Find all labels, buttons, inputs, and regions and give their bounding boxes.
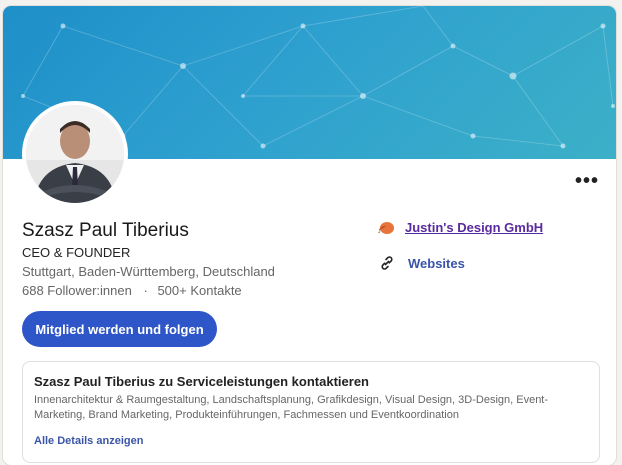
more-options-button[interactable]: ••• [572, 166, 602, 196]
current-company[interactable]: J Justin's Design GmbH [377, 220, 543, 235]
websites-link[interactable]: Websites [408, 256, 465, 271]
profile-avatar[interactable] [22, 101, 128, 207]
connections-count[interactable]: 500+ Kontakte [157, 283, 241, 298]
profile-card: ••• Szasz Paul Tiberius CEO & FOUNDER St… [3, 6, 616, 465]
link-icon [381, 256, 393, 270]
profile-stats: 688 Follower:innen · 500+ Kontakte [22, 283, 242, 298]
followers-count: 688 Follower:innen [22, 283, 132, 298]
show-all-details-link[interactable]: Alle Details anzeigen [34, 435, 143, 447]
company-link[interactable]: Justin's Design GmbH [405, 220, 543, 235]
more-icon: ••• [574, 169, 599, 192]
websites-section[interactable]: Websites [379, 255, 465, 271]
avatar-photo [26, 105, 124, 203]
services-description: Innenarchitektur & Raumgestaltung, Lands… [34, 394, 549, 421]
services-title: Szasz Paul Tiberius zu Serviceleistungen… [34, 374, 369, 389]
services-card: Szasz Paul Tiberius zu Serviceleistungen… [22, 361, 600, 463]
stats-separator: · [143, 283, 148, 298]
company-logo-icon: J [378, 221, 394, 235]
profile-headline: CEO & FOUNDER [22, 245, 131, 260]
profile-name: Szasz Paul Tiberius [22, 220, 189, 241]
join-and-follow-button[interactable]: Mitglied werden und folgen [22, 311, 217, 347]
profile-location: Stuttgart, Baden-Württemberg, Deutschlan… [22, 264, 275, 279]
